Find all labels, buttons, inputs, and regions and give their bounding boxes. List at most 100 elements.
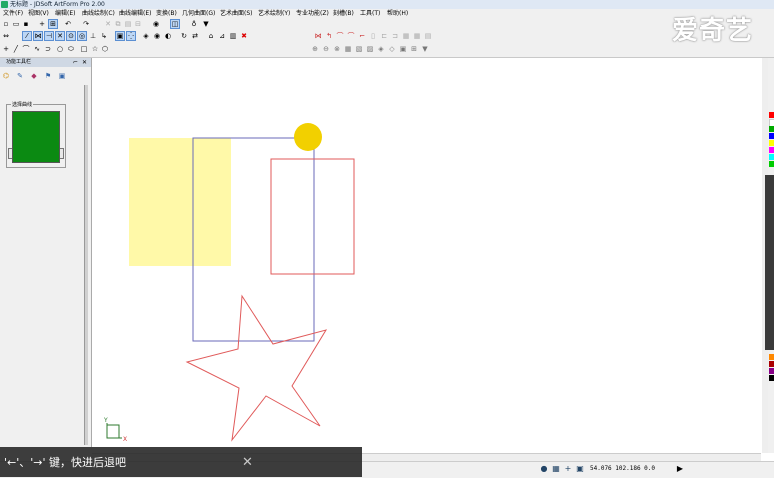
point-icon[interactable]: + bbox=[2, 45, 10, 53]
menu-view[interactable]: 视图(V) bbox=[28, 9, 49, 19]
view3d-icon[interactable]: ◈ bbox=[142, 32, 150, 40]
menu-engrave[interactable]: 刻槽(B) bbox=[333, 9, 354, 19]
menu-geometry[interactable]: 几何曲面(G) bbox=[182, 9, 215, 19]
ellipse-icon[interactable]: ⬭ bbox=[67, 45, 75, 53]
op8-icon[interactable]: ◇ bbox=[388, 45, 396, 53]
menu-file[interactable]: 文件(F) bbox=[3, 9, 23, 19]
palette-swatch[interactable] bbox=[769, 368, 774, 374]
curve-a-icon[interactable]: ⋈ bbox=[314, 32, 322, 40]
trim-icon[interactable]: ⊣ bbox=[44, 31, 54, 41]
save-icon[interactable]: ▪ bbox=[22, 20, 30, 28]
star-icon[interactable]: ☆ bbox=[91, 45, 99, 53]
panel-tool-4-icon[interactable]: ⚑ bbox=[44, 72, 52, 80]
coord-status-icon[interactable]: ▣ bbox=[576, 465, 584, 473]
menu-edit[interactable]: 编辑(E) bbox=[55, 9, 75, 19]
rotate-icon[interactable]: ↻ bbox=[180, 32, 188, 40]
grid-icon[interactable]: ▣ bbox=[115, 31, 125, 41]
panel-tool-1-icon[interactable]: ⌬ bbox=[2, 72, 10, 80]
new-icon[interactable]: ▫ bbox=[2, 20, 10, 28]
arc-icon[interactable]: ⌒ bbox=[22, 45, 30, 53]
close-icon[interactable]: ✖ bbox=[240, 32, 248, 40]
menu-art-draw[interactable]: 艺术绘制(Y) bbox=[258, 9, 290, 19]
render-icon[interactable]: ◫ bbox=[170, 19, 180, 29]
line-icon[interactable]: ╱ bbox=[12, 45, 20, 53]
select-icon[interactable]: ◉ bbox=[152, 20, 160, 28]
drawing-canvas[interactable]: X Y bbox=[92, 58, 761, 453]
eye-icon[interactable]: ◉ bbox=[153, 32, 161, 40]
palette-swatch[interactable] bbox=[769, 126, 774, 132]
circle-icon[interactable]: ○ bbox=[56, 45, 64, 53]
curve-b-icon[interactable]: ↰ bbox=[325, 32, 333, 40]
menu-help[interactable]: 帮助(H) bbox=[387, 9, 408, 19]
curve-j-icon[interactable]: ▦ bbox=[413, 32, 421, 40]
play-icon[interactable]: ▶ bbox=[676, 465, 684, 473]
mirror-icon[interactable]: ⇄ bbox=[191, 32, 199, 40]
crosshair-icon[interactable]: + bbox=[38, 20, 46, 28]
right-side-tab[interactable] bbox=[765, 175, 774, 350]
op4-icon[interactable]: ▦ bbox=[344, 45, 352, 53]
align-icon[interactable]: ⌂ bbox=[207, 32, 215, 40]
undo-icon[interactable]: ↶ bbox=[64, 20, 72, 28]
paste-icon[interactable]: ▤ bbox=[124, 20, 132, 28]
curve-f-icon[interactable]: ▯ bbox=[369, 32, 377, 40]
red-outline-rectangle[interactable] bbox=[270, 158, 355, 275]
op9-icon[interactable]: ▣ bbox=[399, 45, 407, 53]
line-tool-icon[interactable]: ⁄ bbox=[22, 31, 32, 41]
palette-swatch[interactable] bbox=[769, 133, 774, 139]
yellow-circle[interactable] bbox=[294, 123, 322, 151]
menu-professional[interactable]: 专业功能(Z) bbox=[296, 9, 329, 19]
snap-status-icon[interactable]: ● bbox=[540, 465, 548, 473]
yellow-filled-rectangle[interactable] bbox=[129, 138, 231, 266]
curve-g-icon[interactable]: ⊏ bbox=[380, 32, 388, 40]
palette-swatch[interactable] bbox=[769, 375, 774, 381]
curve-i-icon[interactable]: ▦ bbox=[402, 32, 410, 40]
palette-swatch[interactable] bbox=[769, 140, 774, 146]
palette-swatch[interactable] bbox=[769, 112, 774, 118]
op10-icon[interactable]: ⊞ bbox=[410, 45, 418, 53]
nav-icon[interactable]: ◐ bbox=[164, 32, 172, 40]
redo-icon[interactable]: ↷ bbox=[82, 20, 90, 28]
panel-tool-3-icon[interactable]: ◆ bbox=[30, 72, 38, 80]
curve-d-icon[interactable]: ⌒ bbox=[347, 32, 355, 40]
open-icon[interactable]: ▭ bbox=[12, 20, 20, 28]
polygon-icon[interactable]: ⬡ bbox=[101, 45, 109, 53]
perpendicular-icon[interactable]: ⊥ bbox=[89, 32, 97, 40]
curve-color-swatch[interactable] bbox=[12, 111, 60, 163]
delete-icon[interactable]: ⊟ bbox=[134, 20, 142, 28]
menu-curve-draw[interactable]: 曲线绘制(C) bbox=[82, 9, 115, 19]
red-star-outline[interactable] bbox=[185, 294, 328, 442]
palette-swatch[interactable] bbox=[769, 361, 774, 367]
curve-k-icon[interactable]: ▤ bbox=[424, 32, 432, 40]
spline-icon[interactable]: ∿ bbox=[33, 45, 41, 53]
layer-icon[interactable]: ♁ bbox=[190, 20, 198, 28]
op5-icon[interactable]: ▧ bbox=[355, 45, 363, 53]
menu-curve-edit[interactable]: 曲线编辑(E) bbox=[119, 9, 151, 19]
curve-e-icon[interactable]: ⌐ bbox=[358, 32, 366, 40]
menu-art-surface[interactable]: 艺术曲面(S) bbox=[220, 9, 253, 19]
panel-tool-2-icon[interactable]: ✎ bbox=[16, 72, 24, 80]
filter-icon[interactable]: ▼ bbox=[202, 20, 210, 28]
rectangle-icon[interactable]: □ bbox=[80, 45, 88, 53]
ortho-status-icon[interactable]: + bbox=[564, 465, 572, 473]
hook-icon[interactable]: ↳ bbox=[100, 32, 108, 40]
menu-tools[interactable]: 工具(T) bbox=[360, 9, 380, 19]
palette-swatch[interactable] bbox=[769, 154, 774, 160]
palette-swatch[interactable] bbox=[769, 147, 774, 153]
polyline-icon[interactable]: ⊃ bbox=[44, 45, 52, 53]
curve-h-icon[interactable]: ⊐ bbox=[391, 32, 399, 40]
op7-icon[interactable]: ◈ bbox=[377, 45, 385, 53]
layers-icon[interactable]: ▥ bbox=[229, 32, 237, 40]
palette-swatch[interactable] bbox=[769, 354, 774, 360]
op6-icon[interactable]: ▨ bbox=[366, 45, 374, 53]
cross-icon[interactable]: ✕ bbox=[55, 31, 65, 41]
panel-tool-5-icon[interactable]: ▣ bbox=[58, 72, 66, 80]
curve-c-icon[interactable]: ⌒ bbox=[336, 32, 344, 40]
panel-splitter[interactable] bbox=[84, 85, 88, 445]
op11-icon[interactable]: ▼ bbox=[421, 45, 429, 53]
menu-transform[interactable]: 变换(B) bbox=[156, 9, 177, 19]
snap-grid-icon[interactable]: ⁛ bbox=[126, 31, 136, 41]
pointer-icon[interactable]: ⇔ bbox=[2, 32, 10, 40]
snap-icon[interactable]: ⊙ bbox=[66, 31, 76, 41]
cut-icon[interactable]: ✕ bbox=[104, 20, 112, 28]
pan-icon[interactable]: ⊞ bbox=[48, 19, 58, 29]
